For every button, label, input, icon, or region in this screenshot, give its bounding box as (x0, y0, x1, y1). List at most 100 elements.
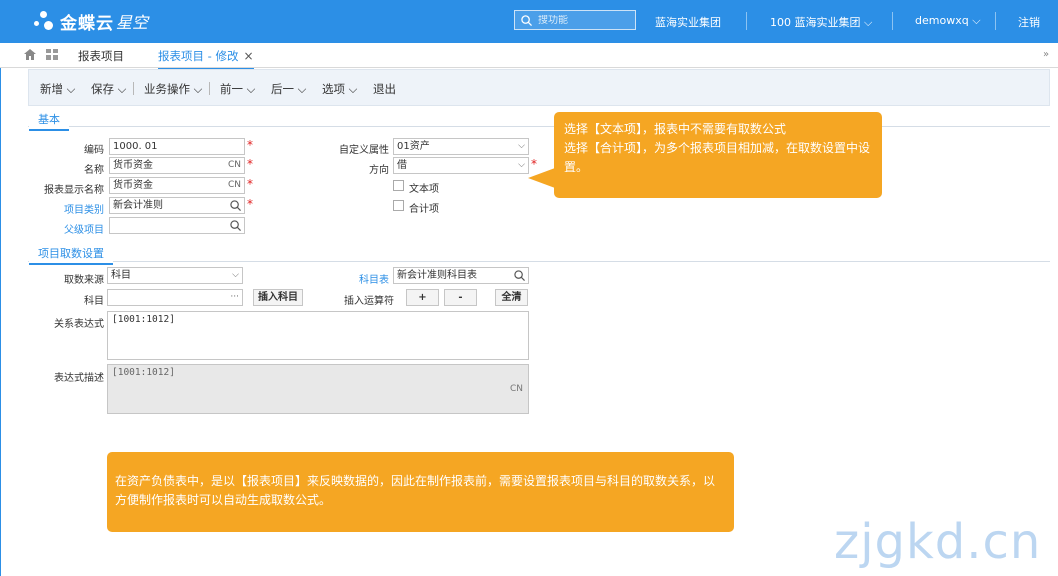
divider (995, 12, 996, 30)
direction-select[interactable]: 借 ⌵ (393, 157, 529, 174)
prev-button[interactable]: 前一 ⌵ (220, 81, 255, 97)
clear-all-button[interactable]: 全清 (495, 289, 528, 306)
name-value: 货币资金 (113, 160, 153, 171)
watermark: zjgkd.cn (834, 514, 1042, 570)
required-mark: * (247, 177, 253, 191)
close-icon[interactable]: × (243, 49, 253, 63)
category-label[interactable]: 项目类别 (40, 201, 104, 216)
logout-link[interactable]: 注销 (1018, 14, 1040, 30)
business-ops-label: 业务操作 (144, 82, 190, 96)
org-selector[interactable]: 100 蓝海实业集团 ⌵ (770, 14, 872, 30)
source-value: 科目 (111, 270, 131, 281)
toolbar: 新增 ⌵ 保存 ⌵ 业务操作 ⌵ 前一 ⌵ 后一 ⌵ 选项 ⌵ 退出 (28, 69, 1050, 106)
custom-attr-value: 01资产 (397, 141, 430, 152)
category-value: 新会计准则 (113, 200, 163, 211)
subject-table-label[interactable]: 科目表 (320, 271, 389, 286)
total-item-checkbox[interactable] (393, 200, 404, 211)
chevron-down-icon: ⌵ (66, 82, 76, 96)
insert-operator-label: 插入运算符 (344, 296, 394, 307)
expression-desc-textarea: [1001:1012] CN (107, 364, 529, 414)
callout-checkbox-help: 选择【文本项】，报表中不需要有取数公式 选择【合计项】，为多个报表项目相加减，在… (554, 112, 882, 198)
code-field[interactable]: 1000. 01 (109, 138, 245, 155)
next-label: 后一 (271, 82, 294, 96)
chevron-down-icon: ⌵ (972, 14, 981, 27)
save-button[interactable]: 保存 ⌵ (91, 81, 126, 97)
chevron-down-icon[interactable]: ⌵ (232, 268, 239, 283)
subject-table-field[interactable]: 新会计准则科目表 (393, 267, 529, 284)
insert-subject-button[interactable]: 插入科目 (253, 289, 303, 306)
name-field[interactable]: 货币资金 CN (109, 157, 245, 174)
category-field[interactable]: 新会计准则 (109, 197, 245, 214)
prev-label: 前一 (220, 82, 243, 96)
expression-desc-value: [1001:1012] (112, 367, 175, 378)
tab-label: 报表项目 - 修改 (158, 49, 239, 63)
divider (746, 12, 747, 30)
name-label: 名称 (84, 165, 104, 176)
user-menu[interactable]: demowxq ⌵ (915, 14, 981, 28)
apps-grid-icon[interactable] (46, 49, 58, 60)
display-name-value: 货币资金 (113, 180, 153, 191)
brand-sub: 星空 (116, 13, 149, 32)
chevron-down-icon: ⌵ (117, 82, 127, 96)
chevron-down-icon: ⌵ (297, 82, 307, 96)
business-ops-button[interactable]: 业务操作 ⌵ (144, 81, 202, 97)
brand-logo[interactable]: 金蝶云 星空 (34, 7, 148, 35)
user-name: demowxq (915, 14, 969, 27)
display-name-field[interactable]: 货币资金 CN (109, 177, 245, 194)
subject-field[interactable]: ··· (107, 289, 243, 306)
plus-button[interactable]: + (406, 289, 439, 306)
callout-report-help: 在资产负债表中，是以【报表项目】来反映数据的，因此在制作报表前，需要设置报表项目… (107, 452, 734, 532)
tab-report-items[interactable]: 报表项目 (78, 48, 124, 64)
next-button[interactable]: 后一 ⌵ (271, 81, 306, 97)
chevron-down-icon: ⌵ (864, 16, 873, 29)
section-fetch-settings[interactable]: 项目取数设置 (29, 243, 113, 265)
search-icon[interactable] (230, 200, 241, 211)
brand-name: 金蝶云 (60, 13, 114, 34)
tab-strip: 报表项目 报表项目 - 修改 × » (0, 43, 1058, 70)
required-mark: * (247, 197, 253, 211)
source-select[interactable]: 科目 ⌵ (107, 267, 243, 284)
logo-dots-icon (34, 9, 58, 33)
options-label: 选项 (322, 82, 345, 96)
tab-report-item-edit[interactable]: 报表项目 - 修改 × (158, 48, 254, 70)
section-divider (28, 126, 1050, 127)
expression-textarea[interactable]: [1001:1012] (107, 311, 529, 360)
org-selector-label: 100 蓝海实业集团 (770, 16, 861, 29)
search-icon[interactable] (230, 220, 241, 231)
language-cn-icon[interactable]: CN (228, 158, 241, 173)
options-button[interactable]: 选项 ⌵ (322, 81, 357, 97)
text-item-label: 文本项 (409, 184, 439, 195)
expression-desc-label: 表达式描述 (54, 373, 104, 384)
search-input[interactable] (538, 14, 628, 26)
double-chevron-down-icon[interactable]: » (1043, 49, 1049, 60)
parent-field[interactable] (109, 217, 245, 234)
ellipsis-icon[interactable]: ··· (230, 290, 239, 305)
save-label: 保存 (91, 82, 114, 96)
chevron-down-icon[interactable]: ⌵ (518, 139, 525, 154)
language-cn-icon[interactable]: CN (510, 384, 523, 394)
chevron-down-icon: ⌵ (246, 82, 256, 96)
search-icon[interactable] (514, 270, 525, 281)
callout-line: 选择【合计项】，为多个报表项目相加减，在取数设置中设置。 (564, 141, 871, 174)
org-name[interactable]: 蓝海实业集团 (655, 14, 721, 30)
search-icon (521, 14, 532, 26)
exit-button[interactable]: 退出 (373, 81, 396, 97)
callout-pointer (528, 168, 555, 188)
add-button[interactable]: 新增 ⌵ (40, 81, 75, 97)
display-name-label: 报表显示名称 (44, 185, 104, 196)
function-search[interactable] (514, 10, 636, 30)
minus-button[interactable]: - (444, 289, 477, 306)
language-cn-icon[interactable]: CN (228, 178, 241, 193)
text-item-checkbox[interactable] (393, 180, 404, 191)
home-icon[interactable] (24, 49, 36, 60)
custom-attr-label: 自定义属性 (339, 145, 389, 156)
chevron-down-icon: ⌵ (193, 82, 203, 96)
chevron-down-icon[interactable]: ⌵ (518, 158, 525, 173)
custom-attr-select[interactable]: 01资产 ⌵ (393, 138, 529, 155)
required-mark: * (247, 157, 253, 171)
total-item-label: 合计项 (409, 204, 439, 215)
parent-label[interactable]: 父级项目 (40, 221, 104, 236)
chevron-down-icon: ⌵ (348, 82, 358, 96)
section-basic[interactable]: 基本 (29, 109, 69, 131)
required-mark: * (247, 138, 253, 152)
